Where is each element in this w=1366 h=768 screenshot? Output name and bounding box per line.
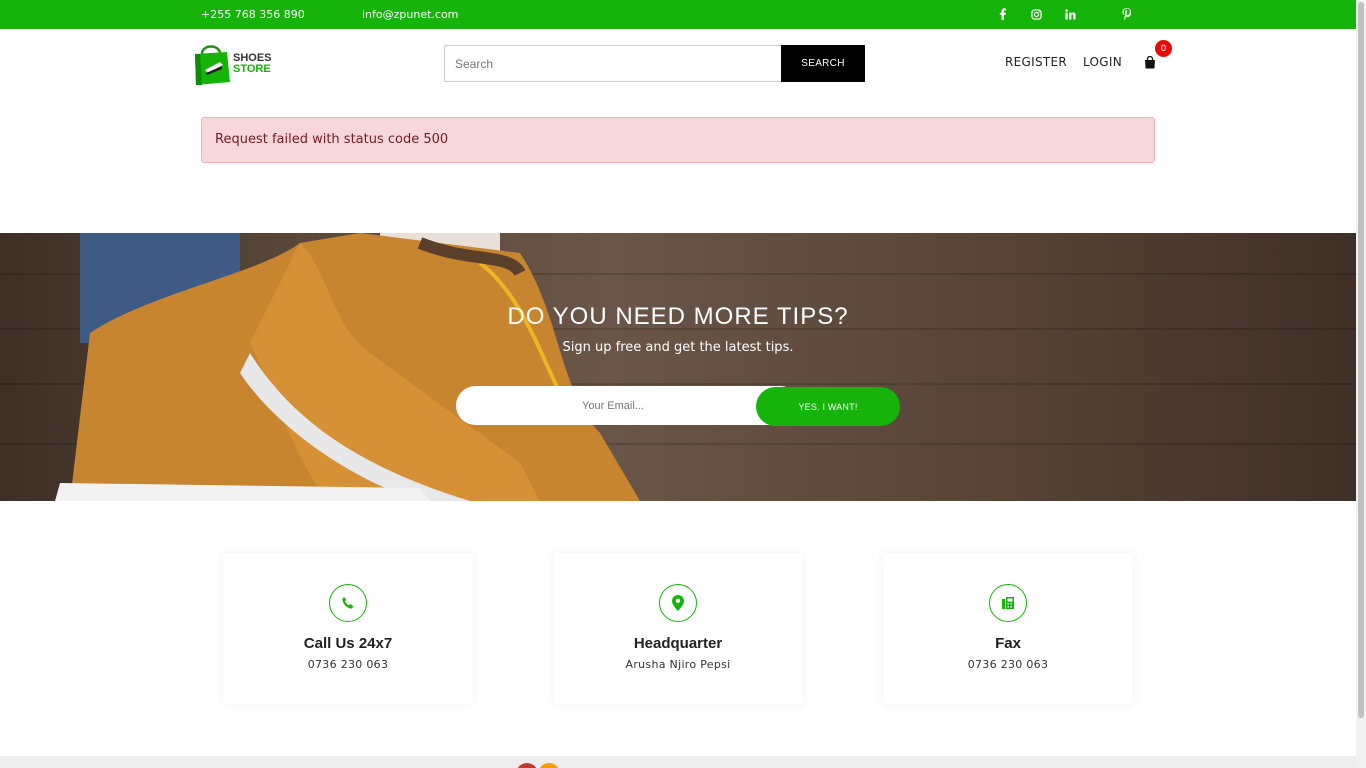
contact-card-title: Headquarter (633, 635, 723, 652)
contact-card-value: 0736 230 063 (307, 658, 389, 671)
topbar-phone[interactable]: +255 768 356 890 (201, 8, 305, 21)
newsletter-subtitle: Sign up free and get the latest tips. (562, 340, 794, 355)
fax-icon (989, 584, 1027, 622)
newsletter-submit-button[interactable]: YES. I WANT! (756, 387, 900, 426)
logo-line-2: STORE (233, 63, 271, 75)
topbar-email[interactable]: info@zpunet.com (362, 8, 458, 21)
newsletter-email-input[interactable] (456, 386, 800, 425)
contact-card-call: Call Us 24x7 0736 230 063 (223, 553, 473, 704)
phone-icon (329, 584, 367, 622)
shoe-photo (55, 233, 640, 501)
instagram-icon[interactable] (1029, 6, 1043, 22)
footer (0, 756, 1356, 768)
search-button[interactable]: SEARCH (781, 45, 865, 82)
error-alert-message: Request failed with status code 500 (215, 132, 449, 147)
contact-card-title: Call Us 24x7 (303, 635, 393, 652)
newsletter-title: DO YOU NEED MORE TIPS? (507, 303, 849, 330)
cart-icon[interactable] (1144, 54, 1158, 69)
facebook-icon[interactable] (996, 6, 1010, 22)
contact-card-headquarter: Headquarter Arusha Njiro Pepsi (553, 553, 803, 704)
linkedin-icon[interactable] (1063, 6, 1077, 22)
contact-card-title: Fax (995, 635, 1021, 652)
shopping-bag-logo-icon (195, 45, 230, 85)
contact-card-fax: Fax 0736 230 063 (883, 553, 1133, 704)
search-input[interactable] (444, 45, 782, 82)
top-bar: +255 768 356 890 info@zpunet.com (0, 0, 1356, 29)
logo-text: SHOES STORE (233, 53, 272, 75)
newsletter-banner: DO YOU NEED MORE TIPS? Sign up free and … (0, 233, 1356, 501)
scrollbar-thumb[interactable] (1358, 2, 1364, 718)
register-link[interactable]: REGISTER (1005, 55, 1067, 69)
error-alert: Request failed with status code 500 (201, 117, 1155, 163)
login-link[interactable]: LOGIN (1083, 55, 1122, 69)
page-scrollbar[interactable] (1356, 0, 1366, 768)
cart-count-badge: 0 (1155, 40, 1172, 57)
map-pin-icon (659, 584, 697, 622)
pinterest-icon[interactable] (1120, 6, 1134, 22)
store-logo[interactable]: SHOES STORE (192, 40, 276, 86)
contact-card-value: Arusha Njiro Pepsi (625, 658, 731, 671)
contact-card-value: 0736 230 063 (967, 658, 1049, 671)
